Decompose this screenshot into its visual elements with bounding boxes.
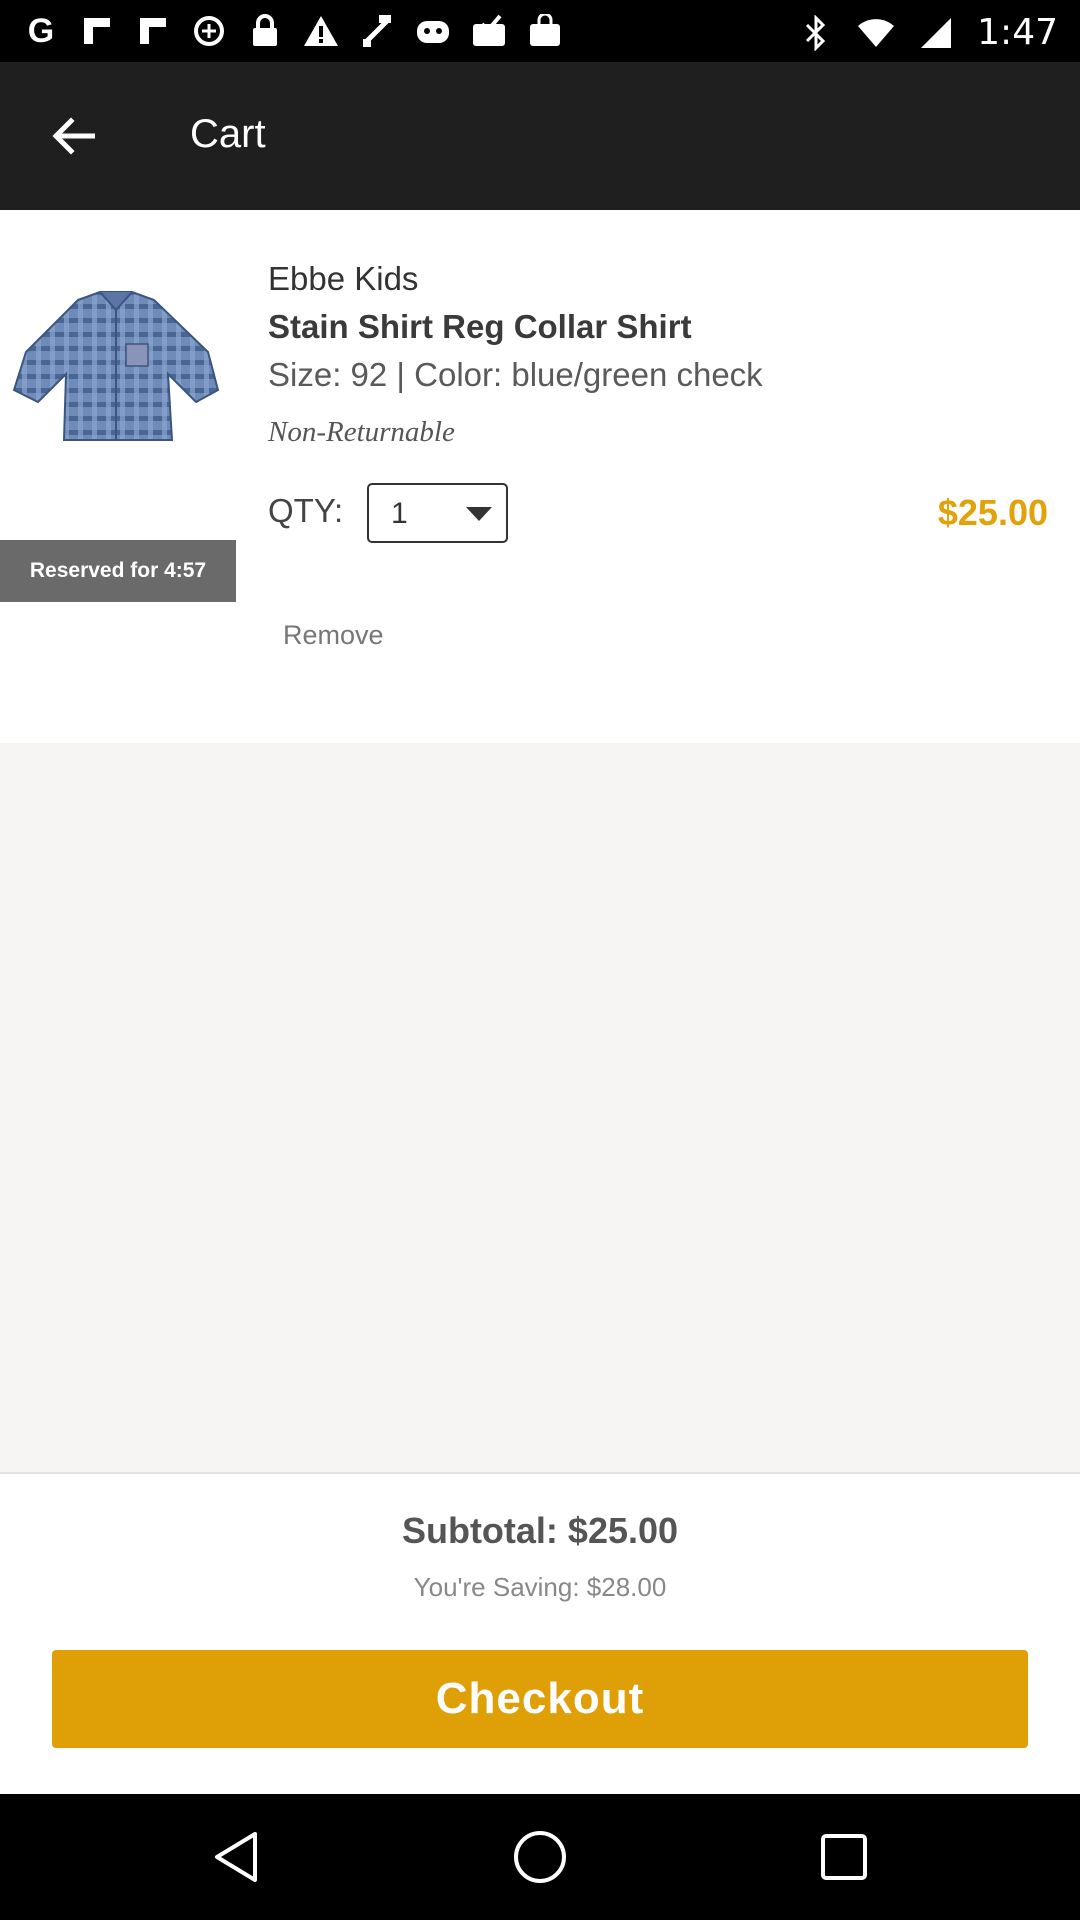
checkout-button[interactable]: Checkout [52,1650,1028,1748]
cart-item: Reserved for 4:57 Ebbe Kids Stain Shirt … [0,210,1080,743]
square-recents-icon [821,1834,867,1880]
remove-button[interactable]: Remove [283,620,384,651]
triangle-back-icon [215,1832,257,1882]
bot-icon [414,12,452,50]
signal-icon [917,14,955,52]
product-image[interactable] [8,290,224,452]
inbox-check-icon [470,12,508,50]
product-variant: Size: 92 | Color: blue/green check [268,356,763,393]
reserved-badge: Reserved for 4:57 [0,540,236,602]
back-button[interactable] [38,106,108,166]
warning-icon [302,12,340,50]
data-saver-icon [190,12,228,50]
nav-home-button[interactable] [510,1827,570,1887]
screen: G 1:47 Cart Reserved for 4:57 Ebbe Kids … [0,0,1080,1920]
lock-icon [246,12,284,50]
qty-dropdown[interactable]: 1 [367,483,508,543]
fake-gps-icon [358,12,396,50]
return-policy: Non-Returnable [268,416,455,448]
caret-down-icon [466,507,492,521]
product-name[interactable]: Stain Shirt Reg Collar Shirt [268,308,692,346]
bluetooth-icon [797,14,835,52]
qty-label: QTY: [268,492,344,529]
wifi-icon [857,14,895,52]
status-left-icons: G [22,12,564,50]
subtotal: Subtotal: $25.00 [401,1510,679,1551]
item-price: $25.00 [937,492,1048,533]
google-icon: G [27,12,55,50]
savings: You're Saving: $28.00 [413,1572,667,1602]
circle-home-icon [514,1831,566,1883]
cart-summary: Subtotal: $25.00 You're Saving: $28.00 C… [0,1472,1080,1794]
shirt-image [12,291,220,441]
status-right-icons: 1:47 [797,12,1058,53]
nav-back-button[interactable] [206,1827,266,1887]
status-time: 1:47 [977,12,1058,53]
nav-recents-button[interactable] [814,1827,874,1887]
app-bar: Cart [0,62,1080,210]
flipboard-icon [134,12,172,50]
shopping-bag-icon [526,12,564,50]
product-brand: Ebbe Kids [268,260,419,297]
arrow-back-icon [52,117,95,155]
flipboard-icon [78,12,116,50]
status-bar: G 1:47 [0,0,1080,62]
system-nav-bar [0,1794,1080,1920]
qty-value: 1 [391,497,408,530]
page-title: Cart [190,112,266,156]
